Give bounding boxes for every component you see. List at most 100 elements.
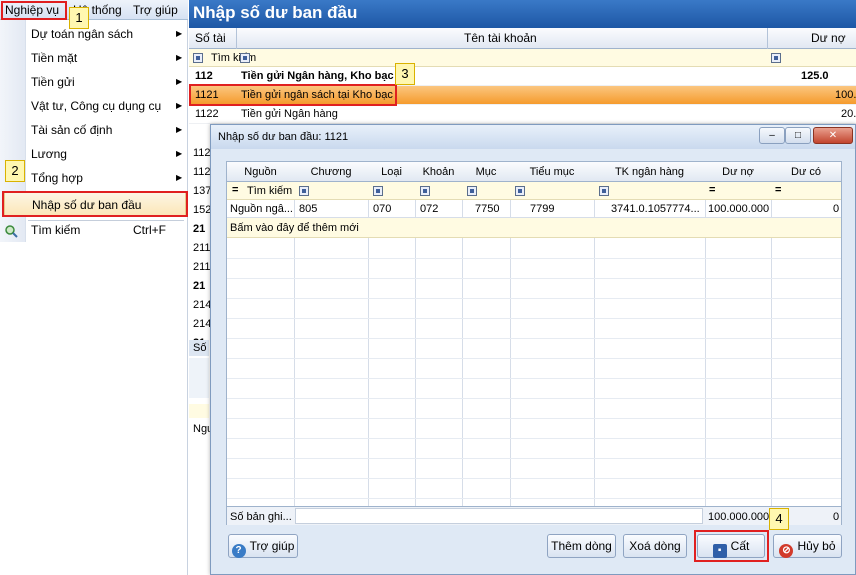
filter-operator-icon[interactable] xyxy=(240,53,250,63)
filter-operator-icon[interactable] xyxy=(771,53,781,63)
highlight-box-3 xyxy=(189,84,397,106)
account-code-partial: 214 xyxy=(193,318,212,330)
col-header-so-tai[interactable]: Số tài xyxy=(195,31,226,45)
cell-loai[interactable]: 070 xyxy=(373,203,391,215)
highlight-box-4 xyxy=(694,530,769,562)
account-code-partial: 214 xyxy=(193,299,212,311)
callout-2: 2 xyxy=(5,160,25,182)
col-header-du-no[interactable]: Dư nợ xyxy=(811,31,846,45)
help-button[interactable]: ? Trợ giúp xyxy=(228,534,298,558)
account-code-partial: 21 xyxy=(193,280,206,292)
filter-operator-icon[interactable] xyxy=(467,186,477,196)
account-code-partial: 21 xyxy=(193,223,206,235)
grid-footer: Số bản ghi... 100.000.000 0 xyxy=(227,506,841,525)
account-code-partial: 112 xyxy=(193,147,211,159)
search-icon xyxy=(5,225,18,238)
account-code-partial: 152 xyxy=(193,204,212,216)
submenu-arrow-icon: ▶ xyxy=(176,101,183,110)
menu-separator xyxy=(28,220,184,221)
menu-item-tien-mat[interactable]: Tiền mặt xyxy=(31,51,77,65)
submenu-arrow-icon: ▶ xyxy=(176,29,183,38)
cancel-button[interactable]: ⊘ Hủy bỏ xyxy=(773,534,842,558)
debit-total: 100.000.000 xyxy=(708,511,770,523)
filter-operator-icon[interactable] xyxy=(373,186,383,196)
cell-nguon[interactable]: Nguồn ngâ... xyxy=(230,203,293,215)
col-header-khoan[interactable]: Khoản xyxy=(415,166,462,178)
equals-icon[interactable]: = xyxy=(709,184,715,196)
highlight-box-1 xyxy=(1,1,67,20)
detail-filter-row: = Tìm kiếm = = xyxy=(227,182,841,200)
dialog-titlebar[interactable]: Nhập số dư ban đầu: 1121 – □ ✕ xyxy=(211,125,855,149)
opening-balance-dialog: Nhập số dư ban đầu: 1121 – □ ✕ Nguồn Chư… xyxy=(210,124,856,575)
menu-item-luong[interactable]: Lương xyxy=(31,147,67,161)
cell-khoan[interactable]: 072 xyxy=(420,203,438,215)
menu-item-tim-kiem[interactable]: Tìm kiếm xyxy=(31,223,80,237)
account-code-partial: 211 xyxy=(193,261,211,273)
cell-muc[interactable]: 7750 xyxy=(475,203,499,215)
maximize-icon[interactable]: □ xyxy=(785,127,811,144)
footer-empty-cell xyxy=(295,508,703,524)
col-header-du-no[interactable]: Dư nợ xyxy=(705,166,771,178)
filter-operator-icon[interactable] xyxy=(193,53,203,63)
col-header-ten-tai-khoan[interactable]: Tên tài khoản xyxy=(464,31,537,45)
account-code-partial: 112 xyxy=(193,166,211,178)
add-new-label: Bấm vào đây để thêm mới xyxy=(230,222,359,234)
shortcut-label: Ctrl+F xyxy=(133,223,166,237)
credit-total: 0 xyxy=(833,511,840,523)
callout-4: 4 xyxy=(769,508,789,530)
filter-label: Tìm kiếm xyxy=(247,185,293,197)
detail-grid-header: Nguồn Chương Loại Khoản Mục Tiểu mục TK … xyxy=(227,162,841,182)
col-header-nguon[interactable]: Nguồn xyxy=(227,166,294,178)
record-count-label: Số bản ghi... xyxy=(230,511,292,523)
menu-item-vat-tu[interactable]: Vật tư, Công cụ dụng cụ xyxy=(31,99,161,113)
chart-stub xyxy=(189,358,209,398)
filter-row: Tìm kiếm xyxy=(189,49,856,67)
cancel-icon: ⊘ xyxy=(779,544,794,558)
cell-du-co[interactable]: 0 xyxy=(833,203,839,215)
detail-header-partial: Số xyxy=(193,342,207,354)
cell-du-no[interactable]: 100.000.000 xyxy=(708,203,769,215)
submenu-arrow-icon: ▶ xyxy=(176,125,183,134)
filter-operator-icon[interactable] xyxy=(599,186,609,196)
col-header-tk-ngan-hang[interactable]: TK ngân hàng xyxy=(594,166,705,178)
account-grid-header: Số tài Tên tài khoản Dư nợ xyxy=(189,28,856,49)
submenu-arrow-icon: ▶ xyxy=(176,173,183,182)
detail-grid: Nguồn Chương Loại Khoản Mục Tiểu mục TK … xyxy=(226,161,842,525)
menu-item-tong-hop[interactable]: Tổng hợp xyxy=(31,171,83,185)
menu-item-du-toan[interactable]: Dự toán ngân sách xyxy=(31,27,133,41)
detail-filter-stub xyxy=(189,404,209,418)
equals-icon[interactable]: = xyxy=(775,184,781,196)
delete-row-button[interactable]: Xoá dòng xyxy=(623,534,687,558)
col-header-loai[interactable]: Loại xyxy=(368,166,415,178)
menu-item-tai-san[interactable]: Tài sản cố định xyxy=(31,123,112,137)
add-row-button[interactable]: Thêm dòng xyxy=(547,534,616,558)
col-header-muc[interactable]: Mục xyxy=(462,166,510,178)
callout-3: 3 xyxy=(395,63,415,85)
filter-operator-icon[interactable] xyxy=(420,186,430,196)
menu-item-tien-gui[interactable]: Tiền gửi xyxy=(31,75,75,89)
page-title: Nhập số dư ban đầu xyxy=(189,0,856,28)
menu-tro-giup[interactable]: Trợ giúp xyxy=(133,3,178,17)
table-row[interactable]: Nguồn ngâ... 805 070 072 7750 7799 3741.… xyxy=(227,200,841,218)
submenu-arrow-icon: ▶ xyxy=(176,77,183,86)
filter-operator-icon[interactable] xyxy=(299,186,309,196)
cell-tk-ngan-hang[interactable]: 3741.0.1057774... xyxy=(611,203,700,215)
dialog-title: Nhập số dư ban đầu: 1121 xyxy=(218,131,349,143)
highlight-box-2 xyxy=(2,191,188,217)
col-header-tieu-muc[interactable]: Tiểu mục xyxy=(510,166,594,178)
filter-operator-icon[interactable] xyxy=(515,186,525,196)
col-header-du-co[interactable]: Dư có xyxy=(771,166,841,178)
table-row[interactable]: 1122 Tiền gửi Ngân hàng 20. xyxy=(189,105,856,124)
minimize-icon[interactable]: – xyxy=(759,127,785,144)
cell-tieu-muc[interactable]: 7799 xyxy=(530,203,554,215)
add-new-row[interactable]: Bấm vào đây để thêm mới xyxy=(227,218,841,238)
submenu-arrow-icon: ▶ xyxy=(176,149,183,158)
equals-icon[interactable]: = xyxy=(232,184,238,196)
close-icon[interactable]: ✕ xyxy=(813,127,853,144)
cell-chuong[interactable]: 805 xyxy=(299,203,317,215)
account-code-partial: 137 xyxy=(193,185,212,197)
dropdown-menu: Dự toán ngân sách ▶ Tiền mặt ▶ Tiền gửi … xyxy=(0,20,188,575)
help-icon: ? xyxy=(231,544,246,558)
col-header-chuong[interactable]: Chương xyxy=(294,166,368,178)
callout-1: 1 xyxy=(69,7,89,29)
